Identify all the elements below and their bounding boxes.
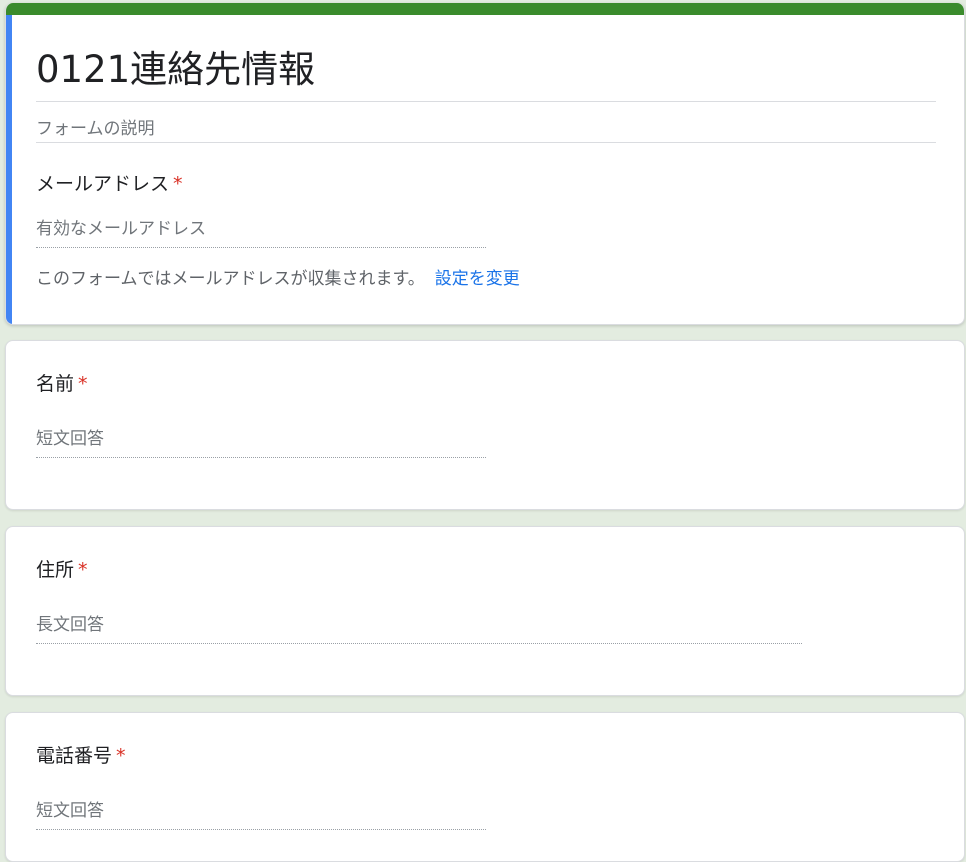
required-asterisk: * (78, 559, 88, 581)
question-label: 住所 * (36, 557, 88, 583)
long-answer-field[interactable]: 長文回答 (36, 613, 802, 644)
title-divider (36, 101, 936, 102)
question-title: 住所 (36, 559, 75, 581)
description-divider (36, 142, 936, 143)
required-asterisk: * (78, 373, 88, 395)
short-answer-field[interactable]: 短文回答 (36, 427, 486, 458)
question-card-phone[interactable]: 電話番号 * 短文回答 (5, 712, 965, 862)
question-title: 名前 (36, 373, 75, 395)
required-asterisk: * (173, 173, 183, 195)
question-card-name[interactable]: 名前 * 短文回答 (5, 340, 965, 510)
email-label-text: メールアドレス (36, 173, 170, 195)
short-answer-field[interactable]: 短文回答 (36, 799, 486, 830)
question-title: 電話番号 (36, 745, 113, 767)
form-title[interactable]: 0121連絡先情報 (36, 45, 315, 95)
email-collection-note: このフォームではメールアドレスが収集されます。 設定を変更 (36, 267, 520, 291)
form-header-card: 0121連絡先情報 フォームの説明 メールアドレス * 有効なメールアドレス この… (5, 3, 965, 325)
email-answer-field[interactable]: 有効なメールアドレス (36, 217, 486, 248)
form-description[interactable]: フォームの説明 (36, 117, 155, 141)
theme-color-bar (6, 3, 964, 15)
change-settings-link[interactable]: 設定を変更 (435, 269, 520, 289)
required-asterisk: * (116, 745, 126, 767)
question-label: 名前 * (36, 371, 88, 397)
email-question-label: メールアドレス * (36, 171, 183, 197)
question-label: 電話番号 * (36, 743, 126, 769)
question-card-address[interactable]: 住所 * 長文回答 (5, 526, 965, 696)
selected-accent-bar (6, 15, 12, 324)
email-collection-text: このフォームではメールアドレスが収集されます。 (36, 269, 425, 289)
